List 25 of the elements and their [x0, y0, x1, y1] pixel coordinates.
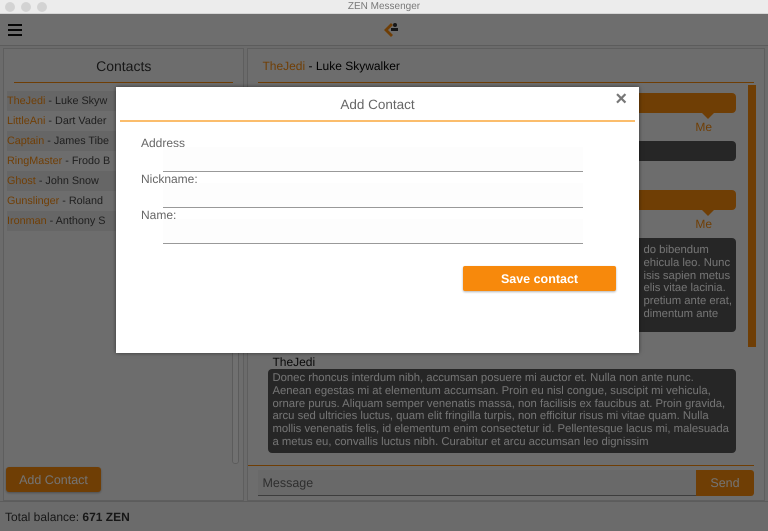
logo-icon — [382, 20, 400, 38]
message-bubble: Donec rhoncus interdum nibh, accumsan posuere mi auctor et. Nulla non ante nunc. Aenean egestas mi at elementum accumsan. Proin eu nisl congue, suscipit mi vehicula, ornare purus. Aliquam semper venenatis massa, non facilisis ex faucibus at. Proin gravida, arcu sed ultricies luctus, quam elit fringilla turpis, non efficitur risus mi vitae quam. Nulla mollis venenatis felis, id elementum enim consectetur id. Pellentesque lacus mi, malesuada a metus eu, convallis luctus nibh. Curabitur et arcu accumsan leo dignissim — [268, 369, 736, 453]
save-contact-button[interactable]: Save contact — [463, 266, 616, 291]
sender-label: Me — [695, 218, 712, 231]
contact-item[interactable]: Captain - James Tibe — [7, 135, 110, 147]
field-label: Address — [141, 136, 186, 150]
field-label: Nickname: — [141, 172, 198, 186]
sender-label: Me — [695, 121, 712, 134]
panel-title: Contacts — [14, 49, 234, 83]
add-contact-button[interactable]: Add Contact — [6, 467, 101, 492]
contact-item[interactable]: Ghost - John Snow — [7, 175, 99, 187]
total-balance: Total balance: 671 ZEN — [5, 510, 130, 524]
field-label: Name: — [141, 208, 176, 222]
message-input[interactable]: Message — [258, 470, 696, 496]
contact-item[interactable]: Gunslinger - Roland — [7, 195, 104, 207]
dialog-title: Add Contact — [340, 97, 415, 112]
contact-item[interactable]: LittleAni - Dart Vader — [7, 115, 106, 127]
send-button[interactable]: Send — [696, 470, 754, 496]
chat-header: TheJedi - Luke Skywalker — [262, 58, 400, 72]
contact-item[interactable]: RingMaster - Frodo B — [7, 155, 110, 167]
menu-icon[interactable] — [8, 24, 22, 36]
scrollbar[interactable] — [748, 85, 756, 347]
window-title: ZEN Messenger — [348, 1, 420, 12]
close-button[interactable]: × — [615, 89, 627, 109]
sender-label: TheJedi — [272, 356, 316, 369]
